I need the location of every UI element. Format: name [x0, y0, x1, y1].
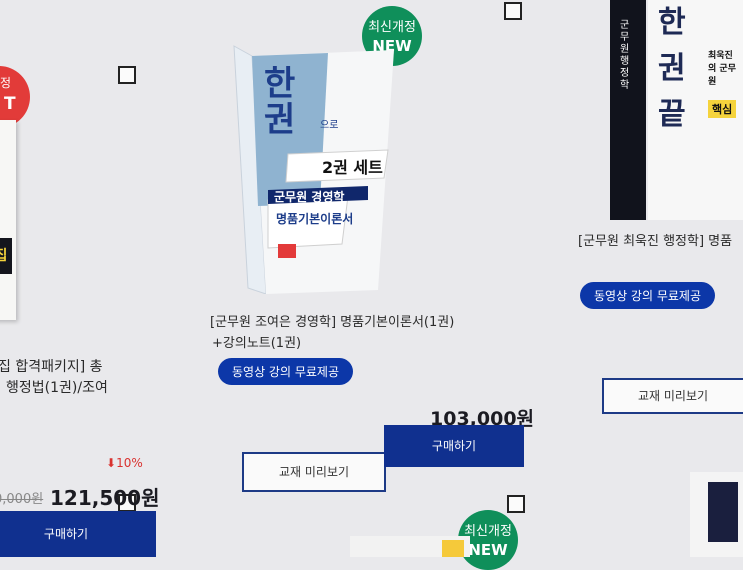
center-product-title-line1[interactable]: [군무원 조여은 경영학] 명품기본이론서(1권) [210, 313, 454, 332]
bottom-right-book-band [708, 482, 738, 542]
bottom-right-book-cover [690, 472, 743, 557]
book-subject: 군무원 경영학 [274, 190, 345, 204]
right-book-tag: 핵심 [708, 100, 737, 118]
right-book-title-big: 한권끝 [658, 5, 686, 132]
center-book-cover[interactable]: 한권 으로 2권 세트 군무원 경영학 명품기본이론서 [228, 44, 400, 295]
left-product-title-line2[interactable]: 행정법(1권)/조여 [6, 379, 108, 398]
center-preview-button[interactable]: 교재 미리보기 [242, 452, 386, 492]
free-lecture-pill-right: 동영상 강의 무료제공 [580, 282, 715, 309]
right-book-cover[interactable]: 군무원 행정학 한권끝 최욱진의 군무원 핵심 [598, 0, 743, 225]
best-badge: 정 T [0, 66, 30, 128]
center-buy-button[interactable]: 구매하기 [384, 425, 524, 467]
right-book-author: 최욱진의 군무원 [708, 51, 736, 87]
bottom-book-sticker [442, 540, 464, 557]
best-badge-label: T [4, 94, 16, 114]
down-arrow-icon: ⬇ [106, 456, 117, 470]
select-checkbox-left[interactable] [118, 66, 136, 84]
best-badge-top: 정 [0, 76, 12, 90]
right-book-front: 한권끝 최욱진의 군무원 핵심 [648, 0, 743, 220]
book-set-label: 2권 세트 [322, 158, 383, 177]
left-book-cover: 집 [0, 120, 16, 320]
right-product-title-line1[interactable]: [군무원 최욱진 행정학] 명품 [578, 232, 732, 251]
left-product-title-line1[interactable]: 집 합격패키지] 총 [0, 358, 103, 377]
right-preview-button[interactable]: 교재 미리보기 [602, 378, 743, 414]
bottom-book-cover [350, 536, 470, 557]
center-product-title-line2[interactable]: +강의노트(1권) [212, 334, 301, 353]
book-title-suffix: 으로 [320, 120, 339, 131]
left-old-price: 0,000원 [0, 492, 44, 507]
book-series: 명품기본이론서 [276, 212, 354, 226]
select-checkbox-center[interactable] [504, 2, 522, 20]
left-price: 121,500원 [50, 486, 160, 510]
left-book-label: 집 [0, 238, 12, 274]
discount-rate: ⬇10% [106, 456, 143, 470]
right-book-spine: 군무원 행정학 [610, 0, 646, 220]
free-lecture-pill-center: 동영상 강의 무료제공 [218, 358, 353, 385]
right-book-side-text: 군무원 행정학 [620, 20, 630, 91]
left-buy-button[interactable]: 구매하기 [0, 511, 156, 557]
book-title-big: 한권 [264, 64, 296, 140]
